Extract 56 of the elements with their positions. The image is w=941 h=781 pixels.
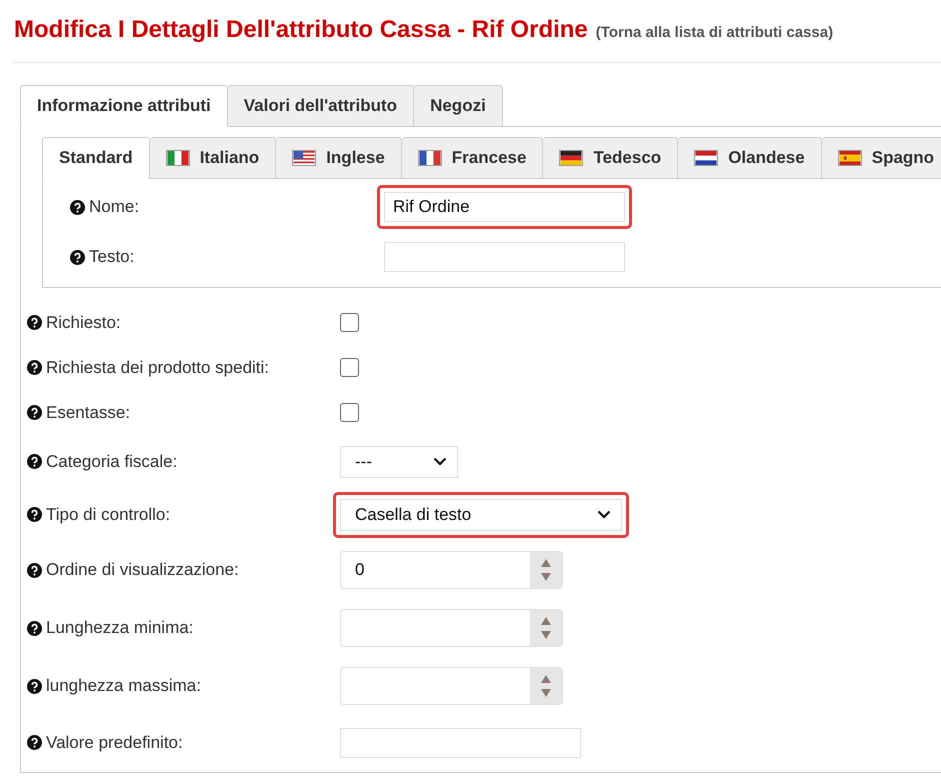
flag-icon [694, 150, 718, 166]
field-label: Testo: [89, 246, 134, 268]
field-label: Esentasse: [46, 402, 130, 424]
chevron-down-icon [433, 457, 447, 466]
text-field[interactable] [384, 242, 625, 272]
flag-icon [418, 150, 442, 166]
field-label: Lunghezza minima: [46, 617, 194, 640]
back-link[interactable]: (Torna alla lista di attributi cassa) [596, 22, 834, 44]
field-label: Categoria fiscale: [46, 450, 178, 473]
help-icon[interactable] [27, 678, 42, 694]
language-tab[interactable]: Spagno [822, 137, 941, 179]
spinner-arrows-icon[interactable] [541, 674, 551, 698]
checkbox[interactable] [340, 313, 359, 332]
page-title: Modifica I Dettagli Dell'attributo Cassa - Rif Ordine [14, 15, 588, 45]
text-field[interactable] [340, 728, 581, 758]
help-icon[interactable] [27, 562, 42, 578]
language-tab[interactable]: Olandese [678, 137, 822, 179]
number-field[interactable]: 0 [340, 551, 563, 589]
help-icon[interactable] [27, 735, 42, 750]
spinner-arrows-icon[interactable] [541, 558, 551, 582]
tab[interactable]: Informazione attributi [20, 85, 228, 127]
checkbox[interactable] [340, 403, 359, 422]
field-label: Richiesto: [46, 312, 121, 334]
help-icon[interactable] [27, 620, 42, 636]
flag-icon [292, 150, 316, 166]
help-icon[interactable] [27, 507, 42, 522]
spinner-arrows-icon[interactable] [541, 616, 551, 640]
field-label: Nome: [89, 196, 140, 218]
flag-icon [166, 150, 190, 166]
language-tab[interactable]: Inglese [276, 137, 402, 179]
flag-icon [838, 150, 862, 166]
chevron-down-icon [597, 510, 611, 519]
help-icon[interactable] [27, 405, 42, 420]
help-icon[interactable] [70, 250, 85, 264]
number-field[interactable] [340, 609, 563, 647]
number-field[interactable] [340, 667, 563, 705]
field-label: Tipo di controllo: [46, 504, 170, 526]
help-icon[interactable] [27, 315, 42, 330]
language-tab[interactable]: Francese [402, 137, 544, 179]
tab[interactable]: Valori dell'attributo [228, 85, 414, 127]
field-label: Ordine di visualizzazione: [46, 559, 239, 582]
field-label: Valore predefinito: [46, 732, 183, 754]
language-tab[interactable]: Standard [42, 137, 150, 179]
help-icon[interactable] [27, 360, 42, 375]
dropdown[interactable]: Casella di testo [340, 498, 622, 530]
dropdown[interactable]: --- [340, 446, 458, 478]
language-tab[interactable]: Italiano [150, 137, 276, 179]
language-tab[interactable]: Tedesco [543, 137, 678, 179]
tab[interactable]: Negozi [414, 85, 503, 127]
help-icon[interactable] [27, 454, 42, 469]
flag-icon [559, 150, 584, 166]
field-label: lunghezza massima: [46, 675, 201, 698]
text-field[interactable]: Rif Ordine [384, 192, 625, 222]
checkbox[interactable] [340, 358, 359, 377]
field-label: Richiesta dei prodotto spediti: [46, 356, 270, 379]
help-icon[interactable] [70, 200, 85, 214]
